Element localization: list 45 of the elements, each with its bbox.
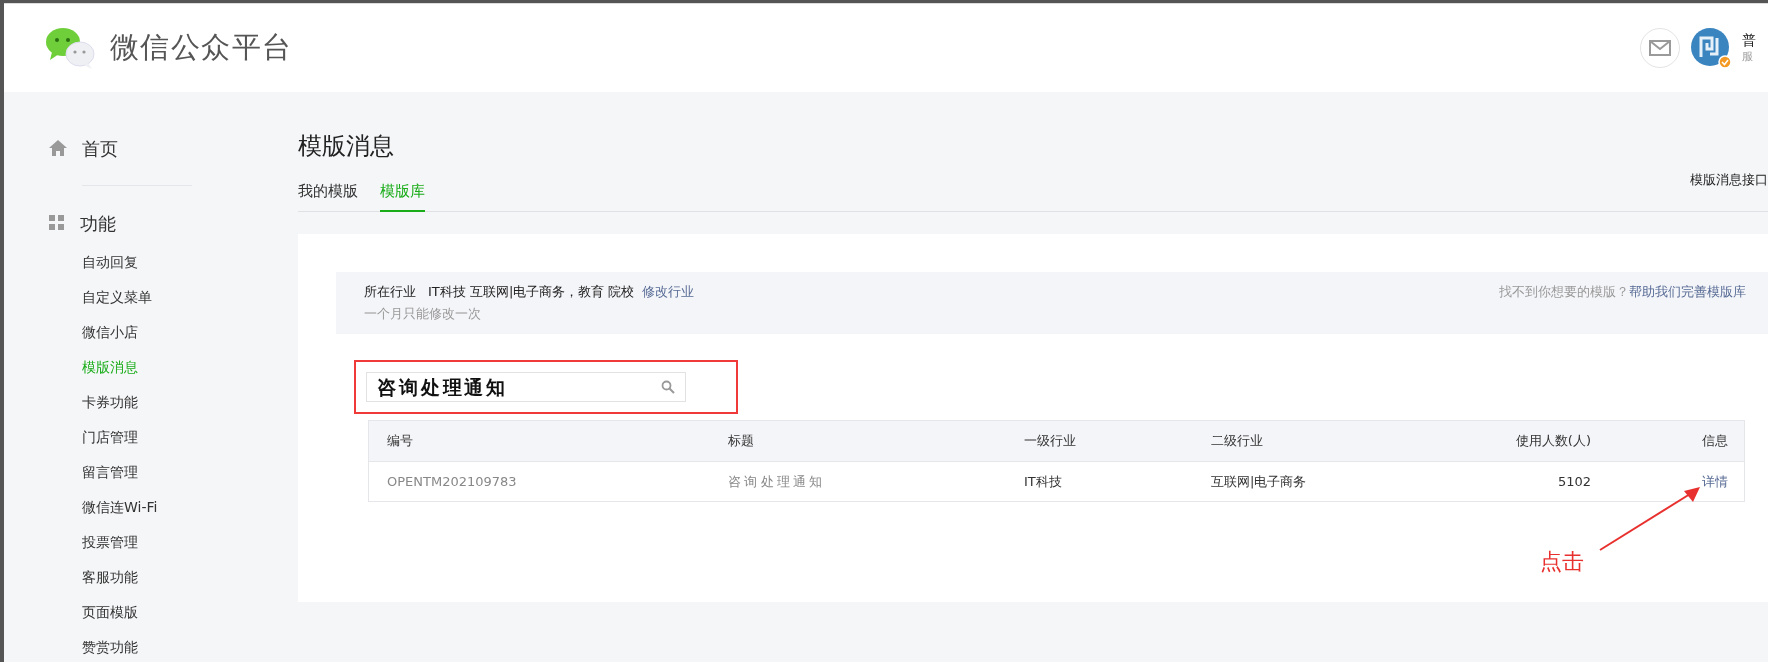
sidebar-item[interactable]: 留言管理 xyxy=(82,462,138,483)
avatar-icon[interactable] xyxy=(1690,27,1732,69)
user-name: 普 xyxy=(1742,32,1754,50)
industry-value: IT科技 互联网|电子商务，教育 院校 xyxy=(428,283,635,301)
column-header: 二级行业 xyxy=(1211,432,1264,451)
sidebar-item[interactable]: 微信连Wi-Fi xyxy=(82,497,158,518)
table-cell-text: 互联网|电子商务 xyxy=(1211,472,1308,491)
sidebar-item[interactable]: 页面模版 xyxy=(82,602,138,623)
column-header: 信息 xyxy=(1701,432,1728,451)
search-icon xyxy=(661,380,675,394)
sidebar-item[interactable]: 赞赏功能 xyxy=(82,637,138,658)
help-link[interactable]: 帮助我们完善模版库 xyxy=(1629,282,1746,334)
logo-icon xyxy=(44,26,96,70)
table-cell-text: 5102 xyxy=(1556,472,1591,491)
sidebar-item[interactable]: 投票管理 xyxy=(82,532,138,553)
sidebar-item[interactable]: 卡券功能 xyxy=(82,392,138,413)
table-cell-text: IT科技 xyxy=(1024,472,1063,491)
mail-button[interactable] xyxy=(1640,28,1680,68)
annotation-text: 点击 xyxy=(1540,548,1584,576)
api-doc-link[interactable]: 模版消息接口 xyxy=(1690,170,1768,190)
table-cell-text: 咨询处理通知 xyxy=(728,472,827,491)
column-header: 编号 xyxy=(387,432,414,451)
sidebar-item[interactable]: 客服功能 xyxy=(82,567,138,588)
home-link[interactable]: 首页 xyxy=(82,134,118,162)
section-heading: 功能 xyxy=(80,211,116,236)
sidebar-item[interactable]: 门店管理 xyxy=(82,427,138,448)
user-role: 服 xyxy=(1742,49,1754,64)
details-link[interactable]: 详情 xyxy=(1702,473,1728,489)
grid-icon xyxy=(48,214,66,232)
tab[interactable]: 我的模版 xyxy=(298,179,358,212)
table-cell-text: OPENTM202109783 xyxy=(387,472,518,491)
home-icon xyxy=(48,139,68,157)
edit-industry-link[interactable]: 修改行业 xyxy=(642,282,695,302)
industry-label: 所在行业 xyxy=(364,283,416,301)
sidebar-item[interactable]: 微信小店 xyxy=(82,322,138,343)
help-text: 找不到你想要的模版？ xyxy=(1499,283,1629,301)
sidebar-item[interactable]: 自定义菜单 xyxy=(82,287,152,308)
mail-icon xyxy=(1649,40,1671,56)
column-header: 使用人数(人) xyxy=(1514,432,1591,451)
column-header: 一级行业 xyxy=(1024,432,1077,451)
search-field[interactable]: 咨询处理通知 xyxy=(366,372,686,402)
sidebar-item[interactable]: 自动回复 xyxy=(82,252,138,273)
column-header: 标题 xyxy=(728,432,755,451)
app-title: 微信公众平台 xyxy=(110,29,293,67)
page-title: 模版消息 xyxy=(298,131,395,162)
